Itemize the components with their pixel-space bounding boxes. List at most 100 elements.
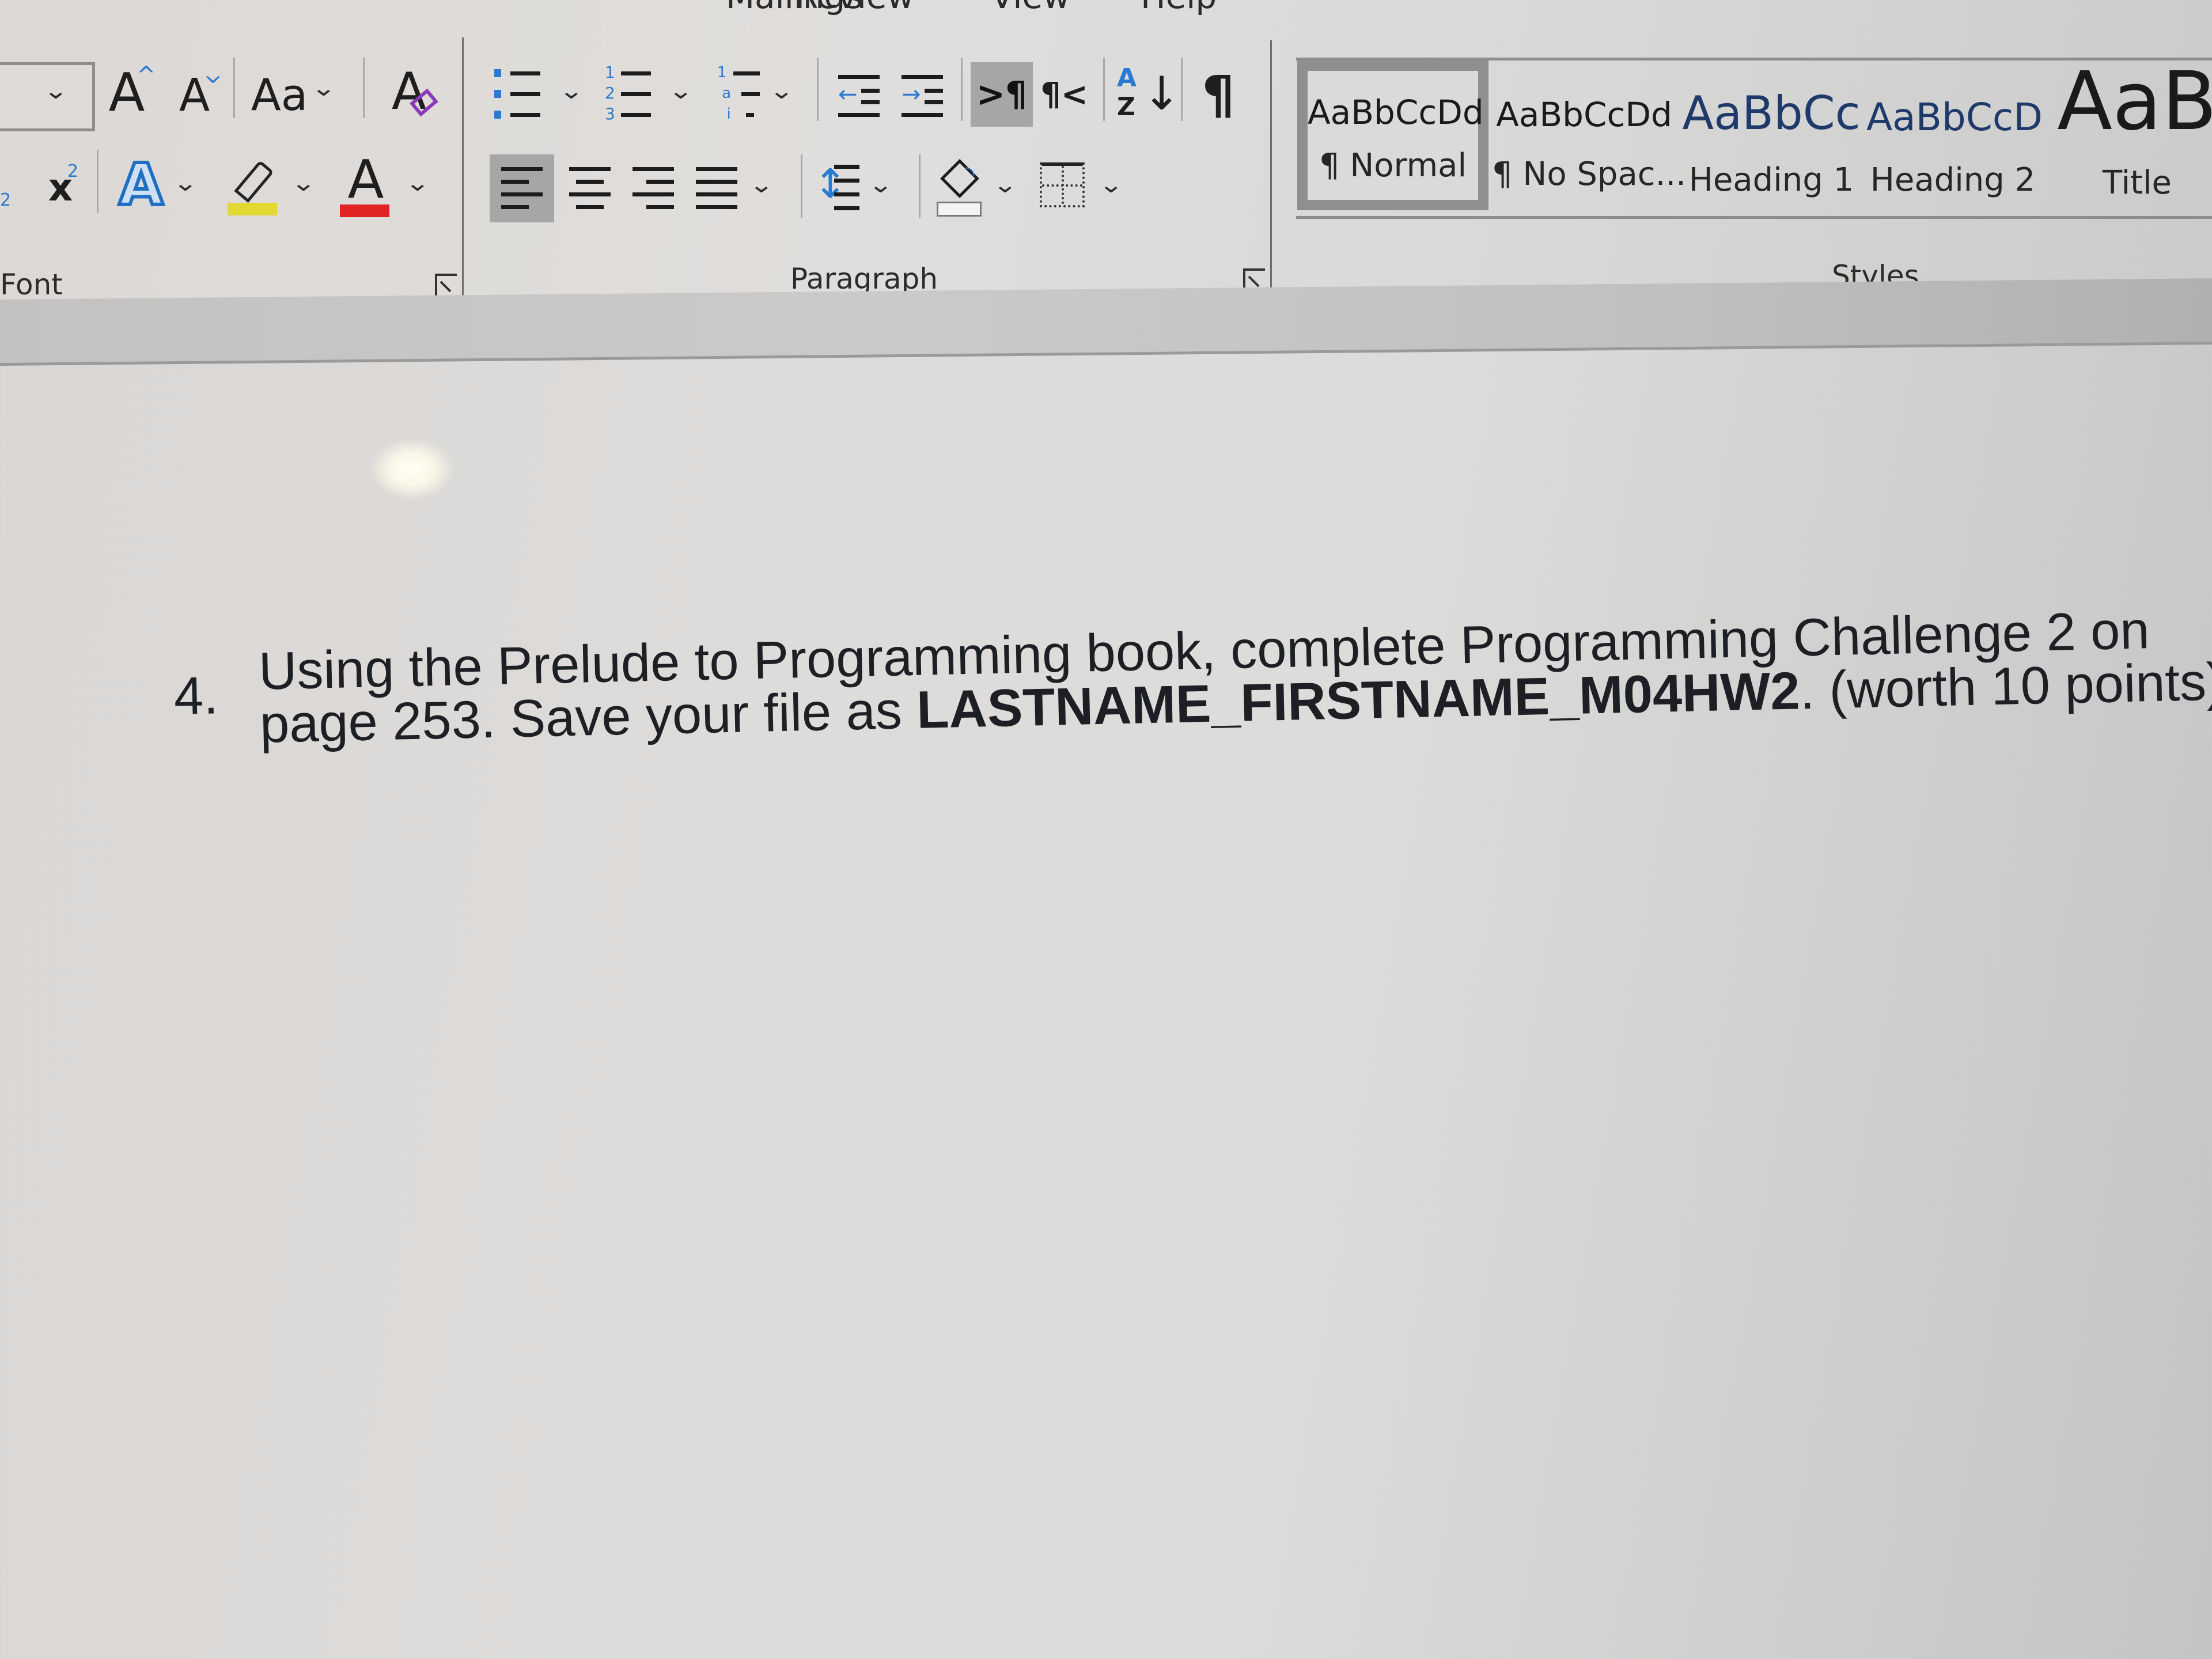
line: [925, 100, 943, 104]
document-body[interactable]: 4. Using the Prelude to Programming book…: [173, 601, 2212, 754]
line: [632, 167, 674, 171]
style-name: Heading 2: [1870, 161, 2036, 199]
line: [902, 113, 943, 117]
align-left-button[interactable]: [490, 154, 554, 222]
group-separator: [462, 37, 464, 297]
list-number: 4.: [173, 666, 219, 726]
tab-view[interactable]: View: [991, 0, 1070, 16]
separator: [363, 58, 365, 118]
line: [569, 167, 611, 171]
grow-font-button[interactable]: A ^: [101, 62, 156, 123]
style-title[interactable]: AaB Title: [2045, 55, 2212, 210]
separator: [919, 154, 921, 218]
chevron-down-icon[interactable]: ⌄: [868, 172, 893, 198]
style-sample: AaBbCcD: [1866, 95, 2043, 139]
chevron-down-icon[interactable]: ⌄: [291, 170, 316, 196]
line-spacing-button[interactable]: ↕: [813, 160, 859, 215]
increase-indent-button[interactable]: →: [902, 75, 945, 118]
bullet-icon: [494, 69, 501, 77]
separator: [801, 154, 802, 218]
line: [646, 180, 674, 184]
line: [696, 205, 737, 209]
numbering-button[interactable]: 123: [605, 63, 651, 123]
line2-suffix: . (worth 10 points): [1799, 652, 2212, 721]
line: [501, 167, 543, 171]
bullets-button[interactable]: [494, 68, 540, 120]
group-separator: [1270, 40, 1272, 294]
font-color-button[interactable]: A: [340, 149, 392, 217]
style-heading-1[interactable]: AaBbCc Heading 1: [1676, 60, 1866, 210]
chevron-down-icon[interactable]: ⌄: [1099, 172, 1124, 198]
separator: [817, 58, 819, 121]
screen-glare: [369, 438, 455, 501]
sort-a-glyph: A: [1117, 63, 1137, 93]
multilevel-list-button[interactable]: 1 a i: [717, 64, 760, 123]
rtl-glyph: ¶<: [1040, 75, 1088, 113]
drip-icon: ◝: [965, 161, 975, 188]
style-name: Heading 1: [1688, 161, 1854, 199]
chevron-down-icon[interactable]: ⌄: [749, 172, 774, 198]
chevron-down-icon[interactable]: ⌄: [559, 78, 584, 104]
style-sample: AaBbCc: [1682, 86, 1861, 140]
left-to-right-button[interactable]: >¶: [971, 62, 1033, 127]
font-dialog-launcher-icon[interactable]: [435, 274, 457, 296]
superscript-button[interactable]: x 2: [37, 161, 84, 213]
borders-button[interactable]: [1040, 162, 1085, 207]
style-heading-2[interactable]: AaBbCcD Heading 2: [1866, 60, 2043, 210]
style-no-spacing[interactable]: AaBbCcDd ¶ No Spac...: [1492, 60, 1686, 210]
shrink-font-button[interactable]: A ^: [170, 60, 223, 122]
chevron-down-icon[interactable]: ⌄: [405, 170, 430, 196]
style-name: Title: [2102, 164, 2172, 202]
line: [501, 180, 529, 184]
line: [569, 192, 611, 196]
border-inner-h: [1042, 184, 1082, 187]
line: [510, 92, 540, 96]
align-left-icon: [501, 167, 543, 210]
line: [621, 71, 651, 75]
show-formatting-marks-button[interactable]: ¶: [1192, 63, 1244, 127]
justify-button[interactable]: [696, 167, 737, 210]
chevron-down-icon[interactable]: ⌄: [769, 78, 794, 104]
font-size-dropdown[interactable]: ⌄: [0, 62, 95, 131]
highlight-color-swatch: [228, 203, 277, 215]
clear-formatting-button[interactable]: A: [380, 62, 438, 121]
arrow-down-icon: ↓: [1142, 67, 1181, 120]
font-color-swatch: [340, 204, 389, 217]
line: [834, 165, 859, 169]
ribbon-tabs: Mailings Review View Help: [0, 0, 2212, 16]
shading-color-swatch: [937, 202, 982, 217]
chevron-down-icon[interactable]: ⌄: [668, 78, 694, 104]
style-sample: AaBbCcDd: [1308, 93, 1484, 132]
line: [501, 205, 529, 209]
change-case-glyph: Aa: [251, 69, 308, 120]
text-effects-button[interactable]: A: [112, 149, 170, 220]
line: [510, 71, 540, 75]
right-to-left-button[interactable]: ¶<: [1037, 62, 1092, 127]
line: [576, 205, 604, 209]
decrease-indent-button[interactable]: ←: [838, 75, 881, 118]
chevron-down-icon[interactable]: ⌄: [173, 170, 198, 196]
shading-button[interactable]: ◝: [933, 157, 985, 217]
align-right-button[interactable]: [632, 167, 674, 210]
highlight-button[interactable]: [228, 156, 279, 219]
style-sample: AaB: [2057, 55, 2212, 149]
line: [741, 92, 760, 96]
sort-button[interactable]: A Z ↓: [1115, 63, 1181, 127]
align-center-button[interactable]: [569, 167, 611, 210]
chevron-down-icon[interactable]: ⌄: [993, 172, 1018, 198]
change-case-button[interactable]: Aa: [251, 68, 308, 121]
line: [621, 113, 651, 117]
superscript-exp: 2: [67, 161, 79, 181]
line: [746, 113, 754, 117]
tab-review[interactable]: Review: [795, 0, 914, 16]
subscript-exp: 2: [0, 190, 12, 210]
line: [834, 192, 859, 196]
tab-help[interactable]: Help: [1141, 0, 1217, 16]
line: [838, 75, 880, 79]
style-normal[interactable]: AaBbCcDd ¶ Normal: [1297, 60, 1488, 210]
line: [733, 71, 760, 75]
sort-z-glyph: Z: [1117, 92, 1135, 122]
line: [861, 89, 880, 93]
pilcrow-icon: ¶: [1202, 65, 1235, 126]
chevron-down-icon[interactable]: ⌄: [311, 75, 336, 101]
